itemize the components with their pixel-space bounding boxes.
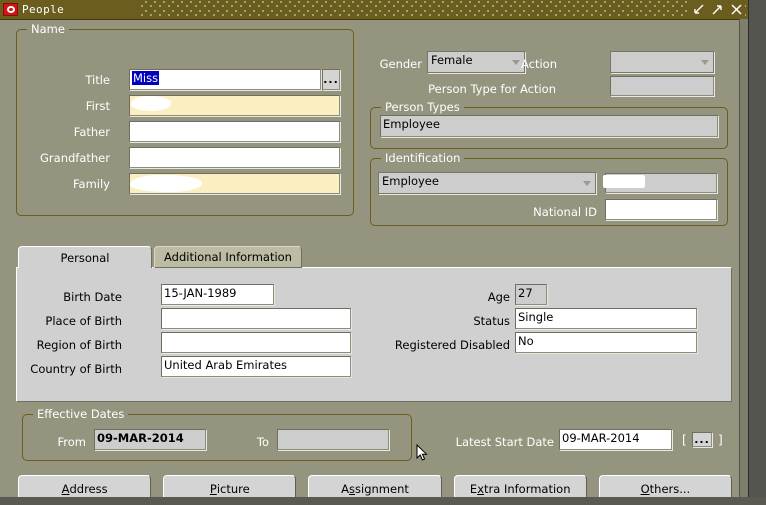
people-window: People Name Title Miss ... First Father … xyxy=(0,0,749,502)
title-input[interactable]: Miss xyxy=(129,69,321,90)
window-right-rail xyxy=(739,19,748,497)
registered-disabled-input[interactable]: No xyxy=(515,332,697,353)
status-input[interactable]: Single xyxy=(515,308,697,329)
first-input[interactable] xyxy=(129,95,340,116)
grandfather-label: Grandfather xyxy=(40,151,110,165)
desktop-bottom-strip xyxy=(0,497,766,505)
close-icon[interactable] xyxy=(730,3,743,16)
title-value: Miss xyxy=(132,71,160,85)
assignment-button-label-pre: A xyxy=(341,481,350,496)
effective-to-label: To xyxy=(256,435,269,449)
registered-disabled-label: Registered Disabled xyxy=(394,338,510,352)
latest-start-date-bracket-open: [ xyxy=(682,433,687,447)
picture-button-accel: P xyxy=(209,481,217,496)
identification-type-value: Employee xyxy=(382,174,439,188)
form-canvas: Name Title Miss ... First Father Grandfa… xyxy=(0,20,748,502)
grandfather-input[interactable] xyxy=(129,147,340,168)
window-titlebar: People xyxy=(0,0,748,20)
identification-number-input[interactable] xyxy=(605,173,717,193)
minimize-icon[interactable] xyxy=(692,3,705,16)
others-button-label: thers... xyxy=(649,481,691,496)
place-of-birth-label: Place of Birth xyxy=(45,314,122,328)
title-lov-button[interactable]: ... xyxy=(322,69,340,90)
tab-additional-information[interactable]: Additional Information xyxy=(154,246,302,268)
others-button-accel: O xyxy=(640,481,650,496)
maximize-icon[interactable] xyxy=(711,3,724,16)
tab-personal[interactable]: Personal xyxy=(18,246,152,268)
gender-value: Female xyxy=(431,53,473,67)
effective-from-input[interactable]: 09-MAR-2014 xyxy=(94,429,206,450)
window-controls xyxy=(690,0,745,19)
birth-date-label: Birth Date xyxy=(63,290,122,304)
tab-additional-information-label: Additional Information xyxy=(164,250,292,264)
national-id-label: National ID xyxy=(533,205,597,219)
assignment-button-label: signment xyxy=(355,481,409,496)
age-input: 27 xyxy=(515,284,547,305)
person-type-for-action-label: Person Type for Action xyxy=(428,82,556,96)
father-input[interactable] xyxy=(129,121,340,142)
person-types-caption: Person Types xyxy=(381,100,464,114)
name-group-caption: Name xyxy=(27,22,69,36)
oracle-forms-icon xyxy=(3,3,18,16)
latest-start-date-lov-button[interactable]: ... xyxy=(692,432,712,447)
family-label: Family xyxy=(72,177,110,191)
tab-personal-label: Personal xyxy=(60,250,110,265)
latest-start-date-label: Latest Start Date xyxy=(455,435,554,449)
mouse-cursor xyxy=(416,444,428,461)
latest-start-date-bracket-close: ] xyxy=(718,433,723,447)
screen: People Name Title Miss ... First Father … xyxy=(0,0,766,505)
first-label: First xyxy=(85,99,110,113)
gender-label: Gender xyxy=(379,57,422,71)
address-button-label: ddress xyxy=(69,481,108,496)
age-label: Age xyxy=(487,290,510,304)
window-title: People xyxy=(22,3,65,16)
country-of-birth-input[interactable]: United Arab Emirates xyxy=(161,356,351,377)
birth-date-input[interactable]: 15-JAN-1989 xyxy=(161,284,274,305)
latest-start-date-input[interactable]: 09-MAR-2014 xyxy=(559,429,672,450)
person-type-for-action-input xyxy=(610,76,714,96)
identification-type-dropdown[interactable]: Employee xyxy=(378,172,596,194)
address-button-accel: A xyxy=(61,481,70,496)
action-label: Action xyxy=(520,57,557,71)
identification-caption: Identification xyxy=(381,151,465,165)
extra-information-button-accel: x xyxy=(477,481,484,496)
effective-from-label: From xyxy=(57,435,87,449)
region-of-birth-input[interactable] xyxy=(161,332,351,353)
chevron-down-icon xyxy=(583,181,591,186)
family-input[interactable] xyxy=(129,173,340,194)
title-label: Title xyxy=(85,73,110,87)
place-of-birth-input[interactable] xyxy=(161,308,351,329)
region-of-birth-label: Region of Birth xyxy=(36,338,122,352)
extra-information-button-label: tra Information xyxy=(484,481,571,496)
extra-information-button-label-pre: E xyxy=(469,481,478,496)
national-id-input[interactable] xyxy=(605,199,717,220)
person-types-input[interactable]: Employee xyxy=(380,115,718,137)
effective-dates-caption: Effective Dates xyxy=(33,407,129,421)
action-dropdown[interactable] xyxy=(610,51,714,73)
status-label: Status xyxy=(473,314,510,328)
country-of-birth-label: Country of Birth xyxy=(30,362,122,376)
father-label: Father xyxy=(73,125,110,139)
chevron-down-icon xyxy=(701,60,709,65)
effective-to-input[interactable] xyxy=(277,429,389,450)
picture-button-label: icture xyxy=(216,481,250,496)
